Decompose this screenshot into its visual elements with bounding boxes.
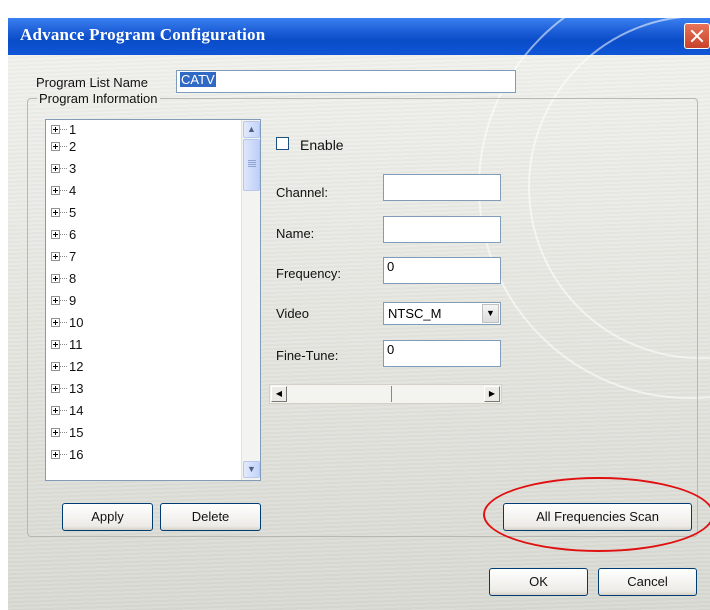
plus-box-icon[interactable] (51, 186, 60, 195)
enable-label: Enable (300, 137, 344, 153)
delete-button[interactable]: Delete (160, 503, 261, 531)
plus-box-icon[interactable] (51, 274, 60, 283)
tree-item[interactable]: 6 (46, 226, 76, 243)
plus-box-icon[interactable] (51, 318, 60, 327)
plus-box-icon[interactable] (51, 384, 60, 393)
tree-item[interactable]: 15 (46, 424, 83, 441)
chevron-up-icon[interactable]: ▲ (243, 121, 260, 138)
ok-button[interactable]: OK (489, 568, 588, 596)
tree-item[interactable]: 10 (46, 314, 83, 331)
channel-field[interactable] (383, 174, 501, 201)
highlight-circle (483, 477, 710, 552)
tree-item[interactable]: 14 (46, 402, 83, 419)
finetune-field[interactable]: 0 (383, 340, 501, 367)
tree-item[interactable]: 2 (46, 138, 76, 155)
plus-box-icon[interactable] (51, 142, 60, 151)
plus-box-icon[interactable] (51, 428, 60, 437)
dropdown-arrow-icon[interactable]: ▼ (482, 304, 499, 323)
video-label: Video (276, 306, 310, 321)
plus-box-icon[interactable] (51, 125, 60, 134)
tree-item[interactable]: 8 (46, 270, 76, 287)
tree-vertical-scrollbar[interactable]: ▲ ▼ (241, 120, 260, 480)
plus-box-icon[interactable] (51, 230, 60, 239)
tree-item[interactable]: 5 (46, 204, 76, 221)
tree-item[interactable]: 3 (46, 160, 76, 177)
plus-box-icon[interactable] (51, 450, 60, 459)
program-list-name-input[interactable]: CATV (176, 70, 516, 93)
arrow-right-icon[interactable]: ▶ (484, 386, 500, 402)
name-label: Name: (276, 226, 315, 241)
video-select-value: NTSC_M (388, 306, 442, 321)
plus-box-icon[interactable] (51, 252, 60, 261)
finetune-label: Fine-Tune: (276, 348, 339, 363)
cancel-button[interactable]: Cancel (598, 568, 697, 596)
scrollbar-thumb[interactable] (243, 139, 260, 191)
plus-box-icon[interactable] (51, 208, 60, 217)
fine-tune-slider[interactable]: ◀ ▶ (269, 384, 502, 404)
enable-checkbox[interactable] (276, 137, 289, 150)
plus-box-icon[interactable] (51, 296, 60, 305)
tree-item[interactable]: 16 (46, 446, 83, 463)
window-title: Advance Program Configuration (20, 25, 266, 44)
chevron-down-icon[interactable]: ▼ (243, 461, 260, 478)
tree-item[interactable]: 9 (46, 292, 76, 309)
tree-item[interactable]: 4 (46, 182, 76, 199)
plus-box-icon[interactable] (51, 164, 60, 173)
plus-box-icon[interactable] (51, 340, 60, 349)
program-information-label: Program Information (37, 91, 160, 106)
arrow-left-icon[interactable]: ◀ (271, 386, 287, 402)
name-field[interactable] (383, 216, 501, 243)
slider-thumb[interactable] (391, 386, 392, 402)
tree-item[interactable]: 1 (46, 121, 76, 138)
channel-label: Channel: (276, 185, 329, 200)
tree-item[interactable]: 13 (46, 380, 83, 397)
tree-item[interactable]: 7 (46, 248, 76, 265)
frequency-field[interactable]: 0 (383, 257, 501, 284)
plus-box-icon[interactable] (51, 406, 60, 415)
tree-item[interactable]: 11 (46, 336, 83, 353)
program-list-name-value: CATV (180, 72, 216, 87)
tree-item[interactable]: 12 (46, 358, 83, 375)
plus-box-icon[interactable] (51, 362, 60, 371)
frequency-label: Frequency: (276, 266, 342, 281)
program-tree-list[interactable]: 1 2 3 4 5 6 7 8 9 10 11 12 13 14 15 16 ▲… (45, 119, 261, 481)
video-select[interactable]: NTSC_M ▼ (383, 302, 501, 325)
apply-button[interactable]: Apply (62, 503, 153, 531)
program-list-name-label: Program List Name (36, 75, 148, 90)
